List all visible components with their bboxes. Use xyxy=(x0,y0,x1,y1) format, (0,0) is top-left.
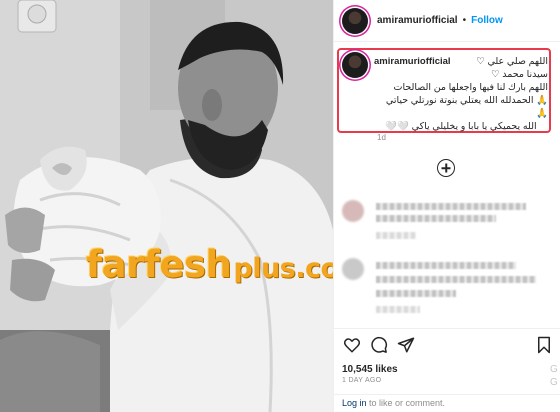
caption-timestamp: 1d xyxy=(377,133,386,142)
separator-dot: • xyxy=(462,15,467,26)
caption-line-5: 🙏 xyxy=(536,108,548,119)
blurred-text xyxy=(376,215,496,222)
bookmark-icon[interactable] xyxy=(536,336,552,354)
post-header: amiramuriofficial • Follow xyxy=(334,0,560,42)
caption-line-3: اللهم بارك لنا فيها واجعلها من الصالحات xyxy=(393,82,548,93)
login-prompt-text: to like or comment. xyxy=(366,398,446,408)
photo-artwork xyxy=(0,0,333,412)
like-count[interactable]: 10,545 likes xyxy=(342,364,398,375)
blurred-comment xyxy=(342,200,364,222)
heart-icon[interactable] xyxy=(343,336,361,354)
plus-circle-icon[interactable] xyxy=(437,159,455,177)
blurred-text xyxy=(376,276,536,283)
blurred-text xyxy=(376,290,456,297)
corner-glyph: G xyxy=(550,364,558,375)
caption-avatar[interactable] xyxy=(342,52,368,78)
watermark-main: farfesh xyxy=(86,243,232,286)
blurred-text xyxy=(376,306,420,313)
blurred-avatar xyxy=(342,200,364,222)
post-date: 1 DAY AGO xyxy=(342,377,382,384)
blurred-comment xyxy=(342,258,364,280)
blurred-avatar xyxy=(342,258,364,280)
share-icon[interactable] xyxy=(397,336,415,354)
watermark-sub: plus.com xyxy=(233,253,333,284)
corner-glyph: G xyxy=(550,377,558,388)
caption-line-2: سيدنا محمد ♡ xyxy=(491,69,548,80)
caption-username[interactable]: amiramuriofficial xyxy=(374,55,451,68)
post-photo: farfesh plus.com xyxy=(0,0,333,412)
blurred-text xyxy=(376,232,416,239)
watermark: farfesh plus.com xyxy=(86,243,333,286)
blurred-text xyxy=(376,203,526,210)
caption-line-1: اللهم صلي علي ♡ xyxy=(476,56,548,67)
follow-button[interactable]: Follow xyxy=(471,15,503,26)
action-bar xyxy=(334,328,560,360)
caption-line-4: 🙏 الحمدلله الله يعتلي بنوتة نورتلي حياتي xyxy=(385,95,548,106)
login-prompt: Log in to like or comment. xyxy=(333,394,560,412)
avatar[interactable] xyxy=(342,7,368,34)
post-caption: amiramuriofficial اللهم صلي علي ♡ سيدنا … xyxy=(374,55,548,133)
comment-icon[interactable] xyxy=(370,336,388,354)
caption-line-6: الله يحميكي يا بابا و يخليلي ياكي 🤍🤍 xyxy=(385,121,537,132)
login-link[interactable]: Log in xyxy=(342,398,367,408)
blurred-text xyxy=(376,262,516,269)
username-link[interactable]: amiramuriofficial xyxy=(377,15,458,26)
